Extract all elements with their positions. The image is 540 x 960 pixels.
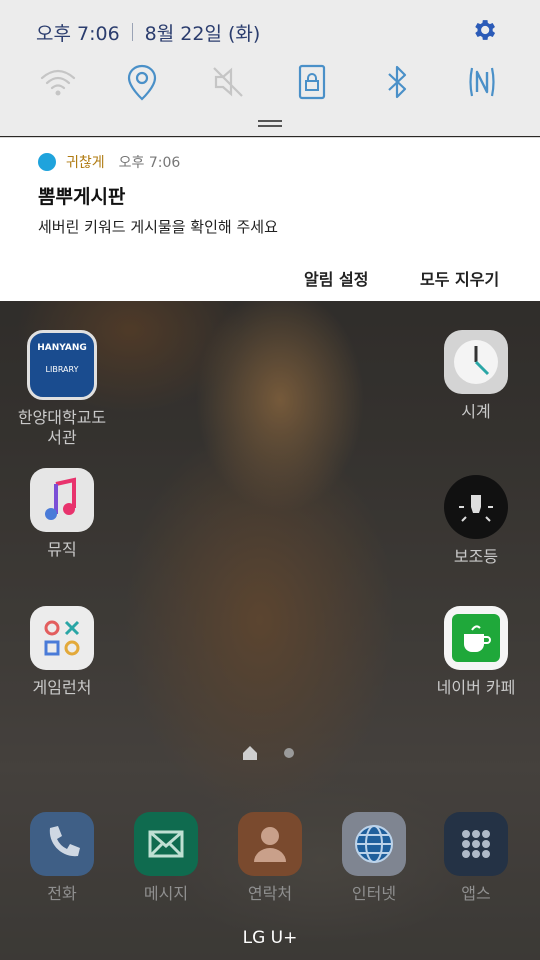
notification-app-name: 귀찮게 [66, 155, 105, 171]
nfc-icon[interactable] [462, 62, 502, 102]
dock-messages[interactable]: 메시지 [116, 812, 216, 904]
app-label: 한양대학교도 서관 [12, 408, 112, 448]
quick-panel: 오후 7:06 8월 22일 (화) [0, 0, 540, 136]
library-icon-text: HANYANG [37, 343, 87, 353]
clock-icon [444, 330, 508, 394]
dock-contacts[interactable]: 연락처 [220, 812, 320, 904]
app-label: 앱스 [461, 884, 491, 903]
flashlight-icon [444, 475, 508, 539]
message-icon [134, 812, 198, 876]
status-time: 오후 7:06 [36, 22, 120, 45]
home-page-icon[interactable] [242, 745, 258, 761]
app-label: 인터넷 [351, 884, 397, 903]
app-label-line1: 한양대학교도 [17, 408, 107, 427]
library-icon-subtext: LIBRARY [45, 365, 79, 374]
contacts-icon [238, 812, 302, 876]
status-row: 오후 7:06 8월 22일 (화) [36, 18, 260, 46]
notification-card[interactable]: 귀찮게 오후 7:06 뽐뿌게시판 세버린 키워드 게시물을 확인해 주세요 알… [0, 137, 540, 301]
app-label: 네이버 카페 [436, 678, 516, 697]
mute-icon[interactable] [208, 62, 248, 102]
location-icon[interactable] [122, 62, 162, 102]
app-label: 게임런처 [32, 678, 92, 697]
app-label: 메시지 [143, 884, 189, 903]
app-label: 연락처 [247, 884, 293, 903]
phone-icon [30, 812, 94, 876]
app-icon [38, 153, 56, 171]
status-date[interactable]: 8월 22일 (화) [145, 19, 261, 46]
dock-apps[interactable]: 앱스 [426, 812, 526, 904]
naver-cafe-icon [444, 606, 508, 670]
settings-gear-icon[interactable] [470, 16, 498, 44]
library-icon: HANYANG LIBRARY [27, 330, 97, 400]
app-drawer-icon [444, 812, 508, 876]
notification-time: 오후 7:06 [118, 155, 181, 171]
app-label: 전화 [47, 884, 77, 903]
carrier-label: LG U+ [242, 928, 298, 948]
bluetooth-icon[interactable] [377, 62, 417, 102]
app-clock[interactable]: 시계 [426, 330, 526, 422]
notification-body: 세버린 키워드 게시물을 확인해 주세요 [38, 218, 278, 236]
app-naver-cafe[interactable]: 네이버 카페 [426, 606, 526, 698]
app-game-launcher[interactable]: 게임런처 [12, 606, 112, 698]
page-dot[interactable] [284, 748, 294, 758]
panel-drag-handle[interactable] [258, 120, 282, 128]
game-launcher-icon [30, 606, 94, 670]
notification-title: 뽐뿌게시판 [38, 186, 126, 208]
globe-icon [342, 812, 406, 876]
app-flashlight[interactable]: 보조등 [426, 475, 526, 567]
notification-settings-button[interactable]: 알림 설정 [304, 266, 368, 290]
dock-internet[interactable]: 인터넷 [324, 812, 424, 904]
clear-all-button[interactable]: 모두 지우기 [420, 266, 499, 290]
app-label: 시계 [461, 402, 491, 421]
wifi-icon[interactable] [38, 62, 78, 102]
app-label: 뮤직 [47, 540, 77, 559]
music-note-icon [30, 468, 94, 532]
dock-phone[interactable]: 전화 [12, 812, 112, 904]
app-label: 보조등 [453, 547, 499, 566]
status-divider [131, 23, 133, 41]
screen-lock-icon[interactable] [292, 62, 332, 102]
app-hanyang-library[interactable]: HANYANG LIBRARY 한양대학교도 서관 [12, 330, 112, 448]
app-label-line2: 서관 [47, 428, 77, 447]
app-music[interactable]: 뮤직 [12, 468, 112, 560]
notification-header: 귀찮게 오후 7:06 [38, 152, 180, 172]
page-indicator [242, 745, 294, 761]
